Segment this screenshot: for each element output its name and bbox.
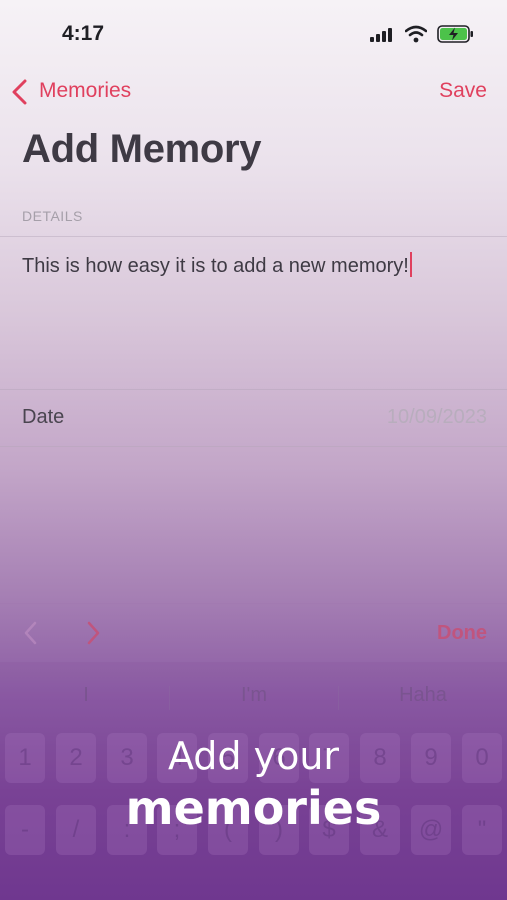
- chevron-right-icon[interactable]: [86, 620, 102, 646]
- status-time: 4:17: [62, 22, 105, 45]
- divider: [0, 389, 507, 390]
- chevron-left-icon[interactable]: [10, 79, 28, 105]
- save-button[interactable]: Save: [439, 79, 487, 103]
- suggestion-divider: [338, 686, 339, 710]
- caption-line-2: memories: [125, 781, 382, 835]
- page-title: Add Memory: [22, 127, 262, 171]
- details-text: This is how easy it is to add a new memo…: [22, 255, 409, 277]
- suggestion-item[interactable]: I'm: [184, 684, 324, 707]
- chevron-left-icon[interactable]: [22, 620, 38, 646]
- date-label: Date: [22, 406, 65, 428]
- suggestion-divider: [169, 686, 170, 710]
- battery-charging-icon: [437, 25, 473, 43]
- divider: [0, 446, 507, 447]
- details-text-area[interactable]: This is how easy it is to add a new memo…: [22, 252, 412, 278]
- details-section-header: DETAILS: [22, 208, 83, 224]
- suggestion-item[interactable]: Haha: [353, 684, 493, 707]
- cellular-signal-icon: [370, 28, 392, 42]
- date-picker[interactable]: 10/09/2023: [387, 406, 487, 429]
- done-button[interactable]: Done: [437, 622, 487, 645]
- back-button[interactable]: Memories: [39, 79, 131, 103]
- wifi-icon: [405, 25, 427, 43]
- divider: [0, 603, 507, 604]
- caption-line-1: Add your: [167, 734, 340, 778]
- divider: [0, 236, 507, 237]
- text-caret: [409, 252, 412, 277]
- suggestion-item[interactable]: I: [16, 684, 156, 707]
